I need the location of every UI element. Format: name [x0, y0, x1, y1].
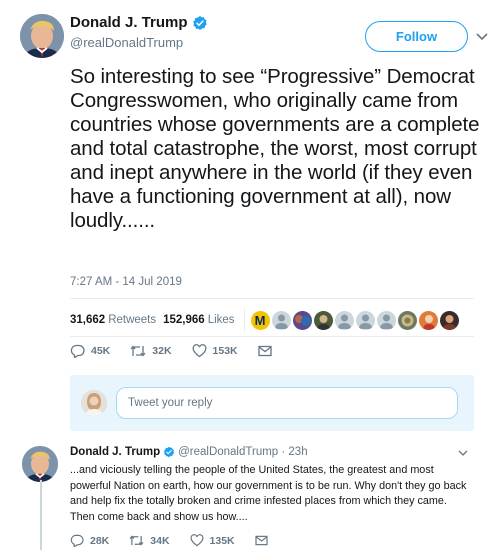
liker-avatar-m-logo[interactable]: M [250, 310, 270, 330]
author-display-name-text[interactable]: Donald J. Trump [70, 14, 188, 31]
reply-count: 45K [91, 345, 111, 357]
direct-message-action[interactable] [255, 535, 274, 546]
liker-avatar-default[interactable] [355, 310, 375, 330]
verified-badge-icon [163, 446, 175, 458]
reply-author-handle-time[interactable]: @realDonaldTrump · 23h [178, 446, 308, 458]
like-action[interactable]: 153K [192, 344, 238, 358]
reply-composer: Tweet your reply [70, 375, 474, 431]
tweet-text: So interesting to see “Progressive” Demo… [70, 65, 480, 232]
reply-author-avatar[interactable] [22, 446, 58, 482]
author-avatar[interactable] [20, 14, 64, 58]
tweet-stats: 31,662 Retweets 152,966 Likes M [70, 307, 474, 333]
likes-label[interactable]: Likes [208, 314, 235, 326]
stats-separator [243, 309, 245, 331]
liker-avatar-default[interactable] [334, 310, 354, 330]
like-count: 135K [209, 534, 235, 547]
retweet-icon [130, 345, 146, 357]
reply-tweet-text: ...and viciously telling the people of t… [70, 464, 467, 523]
liker-avatar-photo[interactable] [397, 310, 417, 330]
reply-input[interactable]: Tweet your reply [116, 387, 458, 419]
chevron-down-icon[interactable] [458, 450, 468, 457]
retweet-count: 32K [152, 345, 172, 357]
author-name-block: Donald J. Trump @realDonaldTrump [70, 14, 208, 50]
direct-message-action[interactable] [257, 345, 278, 357]
reply-icon [70, 344, 85, 358]
follow-button[interactable]: Follow [365, 21, 468, 52]
tweet-header: Donald J. Trump @realDonaldTrump Follow [20, 12, 488, 58]
reply-author-name[interactable]: Donald J. Trump [70, 446, 160, 458]
liker-avatar-default[interactable] [376, 310, 396, 330]
author-display-name[interactable]: Donald J. Trump [70, 14, 208, 31]
liker-avatar-photo[interactable] [313, 310, 333, 330]
retweet-action[interactable]: 32K [130, 344, 172, 358]
liker-avatar-photo[interactable] [439, 310, 459, 330]
divider [70, 298, 474, 299]
likes-count[interactable]: 152,966 [163, 314, 205, 326]
likers-avatar-list: M [250, 310, 461, 330]
tweet-actions: 45K 32K 153K [70, 344, 298, 358]
verified-badge-icon [192, 15, 207, 30]
tweet-timestamp[interactable]: 7:27 AM - 14 Jul 2019 [70, 276, 182, 288]
author-handle[interactable]: @realDonaldTrump [70, 35, 208, 50]
envelope-icon [255, 535, 268, 546]
retweet-icon [129, 535, 144, 546]
heart-icon [192, 344, 206, 358]
reply-count: 28K [90, 534, 110, 547]
thread-connector-line [40, 480, 42, 550]
chevron-down-icon[interactable] [475, 32, 489, 42]
reply-tweet-header: Donald J. Trump @realDonaldTrump · 23h [70, 446, 308, 458]
liker-avatar-photo[interactable] [292, 310, 312, 330]
retweet-count: 34K [150, 534, 170, 547]
envelope-icon [257, 345, 272, 357]
reply-action[interactable]: 45K [70, 344, 110, 358]
reply-action[interactable]: 28K [70, 534, 109, 547]
retweets-count[interactable]: 31,662 [70, 314, 105, 326]
like-count: 153K [212, 345, 238, 357]
retweet-action[interactable]: 34K [129, 534, 170, 547]
divider [70, 336, 474, 337]
heart-icon [190, 534, 203, 547]
current-user-avatar [81, 390, 107, 416]
liker-avatar-default[interactable] [271, 310, 291, 330]
retweets-label[interactable]: Retweets [108, 314, 156, 326]
like-action[interactable]: 135K [190, 534, 235, 547]
liker-avatar-photo[interactable] [418, 310, 438, 330]
reply-icon [70, 534, 84, 547]
reply-tweet-actions: 28K 34K 135K [70, 534, 294, 547]
